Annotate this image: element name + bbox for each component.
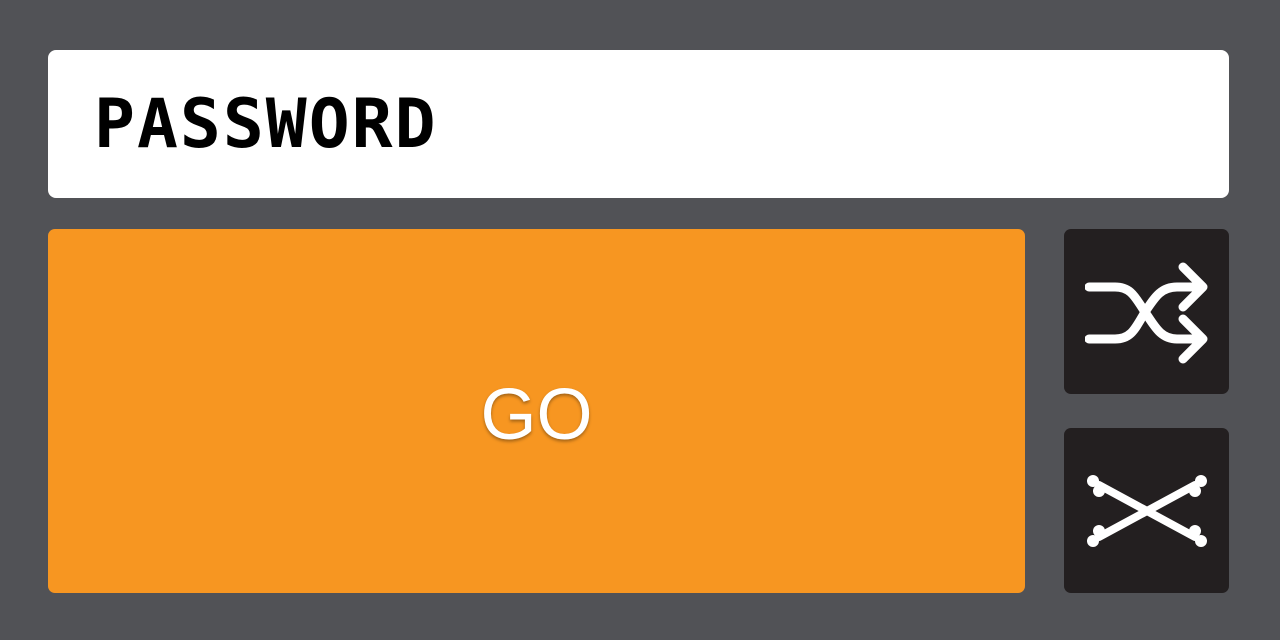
go-button-label: GO (480, 375, 593, 455)
crossbones-button[interactable] (1064, 428, 1229, 593)
password-field-container (48, 50, 1229, 198)
shuffle-button[interactable] (1064, 229, 1229, 394)
password-input[interactable] (94, 50, 1229, 198)
crossbones-icon (1085, 471, 1209, 551)
go-button[interactable]: GO (48, 229, 1025, 593)
password-generator-panel: GO (0, 0, 1280, 640)
shuffle-icon (1084, 257, 1209, 367)
